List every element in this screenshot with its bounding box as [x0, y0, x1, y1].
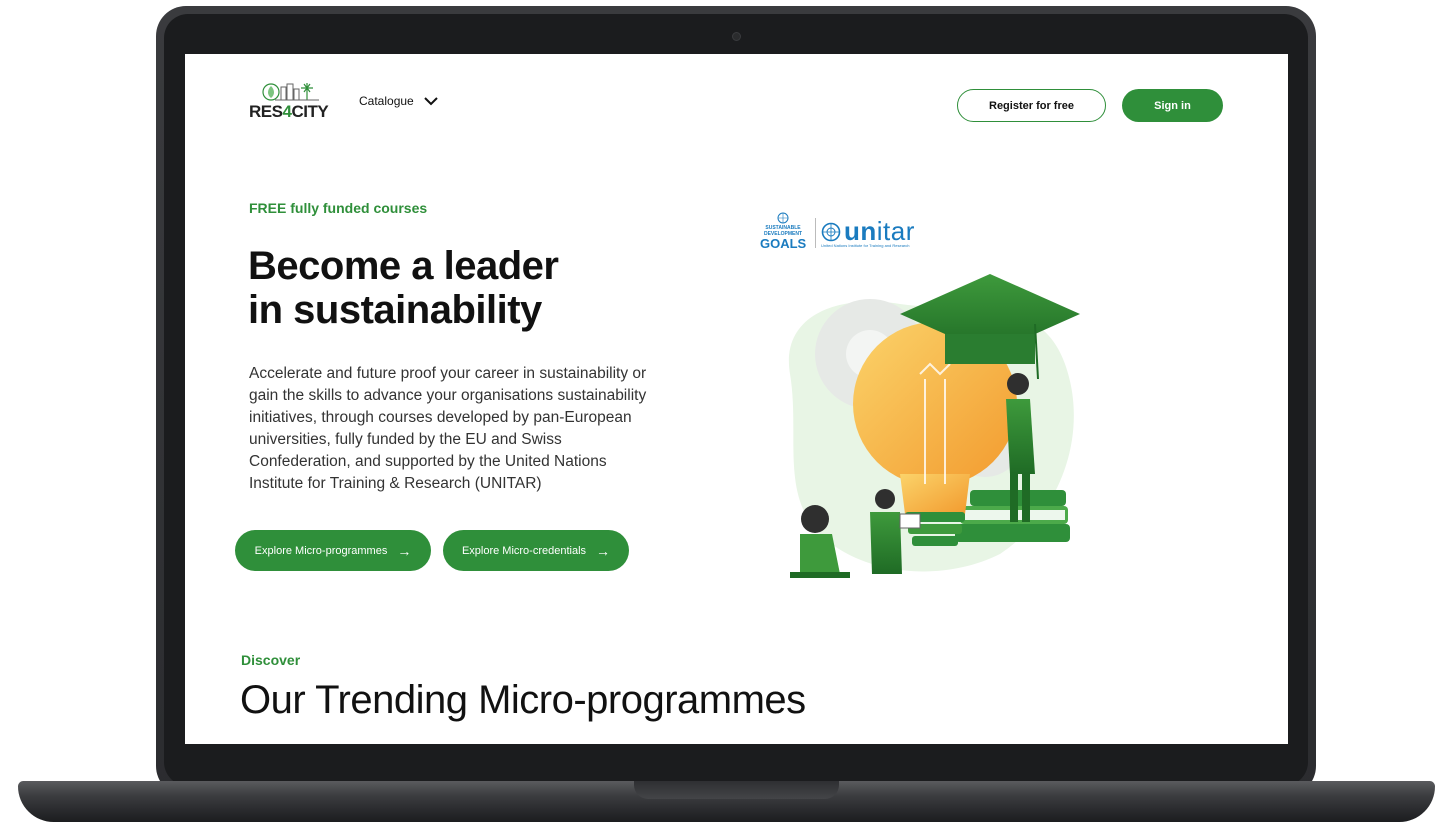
catalogue-label: Catalogue: [359, 94, 414, 108]
logo-divider: [815, 218, 816, 248]
register-button[interactable]: Register for free: [957, 89, 1106, 122]
city-skyline-icon: [262, 83, 319, 101]
trending-section-title: Our Trending Micro-programmes: [240, 678, 806, 722]
arrow-right-icon: →: [397, 542, 412, 559]
un-globe-icon: [821, 222, 841, 241]
res4city-logo[interactable]: RES4CITY: [249, 80, 339, 124]
discover-eyebrow: Discover: [241, 652, 301, 668]
hero-title: Become a leader in sustainability: [248, 244, 559, 332]
browser-screen: RES4CITY Catalogue Register for free Sig…: [185, 54, 1288, 744]
catalogue-menu[interactable]: Catalogue: [359, 94, 438, 108]
sdg-logo: SUSTAINABLE DEVELOPMENT GOALS: [760, 212, 806, 250]
explore-micro-credentials-button[interactable]: Explore Micro-credentials →: [443, 530, 629, 571]
lightbulb-illustration: [788, 274, 1080, 578]
chevron-down-icon: [424, 97, 438, 106]
explore-micro-programmes-button[interactable]: Explore Micro-programmes →: [235, 530, 431, 571]
hero-description: Accelerate and future proof your career …: [249, 365, 647, 492]
hero-eyebrow: FREE fully funded courses: [249, 200, 428, 216]
un-globe-icon: [777, 212, 789, 224]
laptop-notch: [634, 781, 839, 799]
arrow-right-icon: →: [596, 542, 611, 559]
unitar-subtitle: United Nations Institute for Training an…: [821, 243, 910, 248]
camera-icon: [732, 32, 741, 41]
logo-text: RES4CITY: [249, 102, 329, 121]
sign-in-button[interactable]: Sign in: [1122, 89, 1223, 122]
